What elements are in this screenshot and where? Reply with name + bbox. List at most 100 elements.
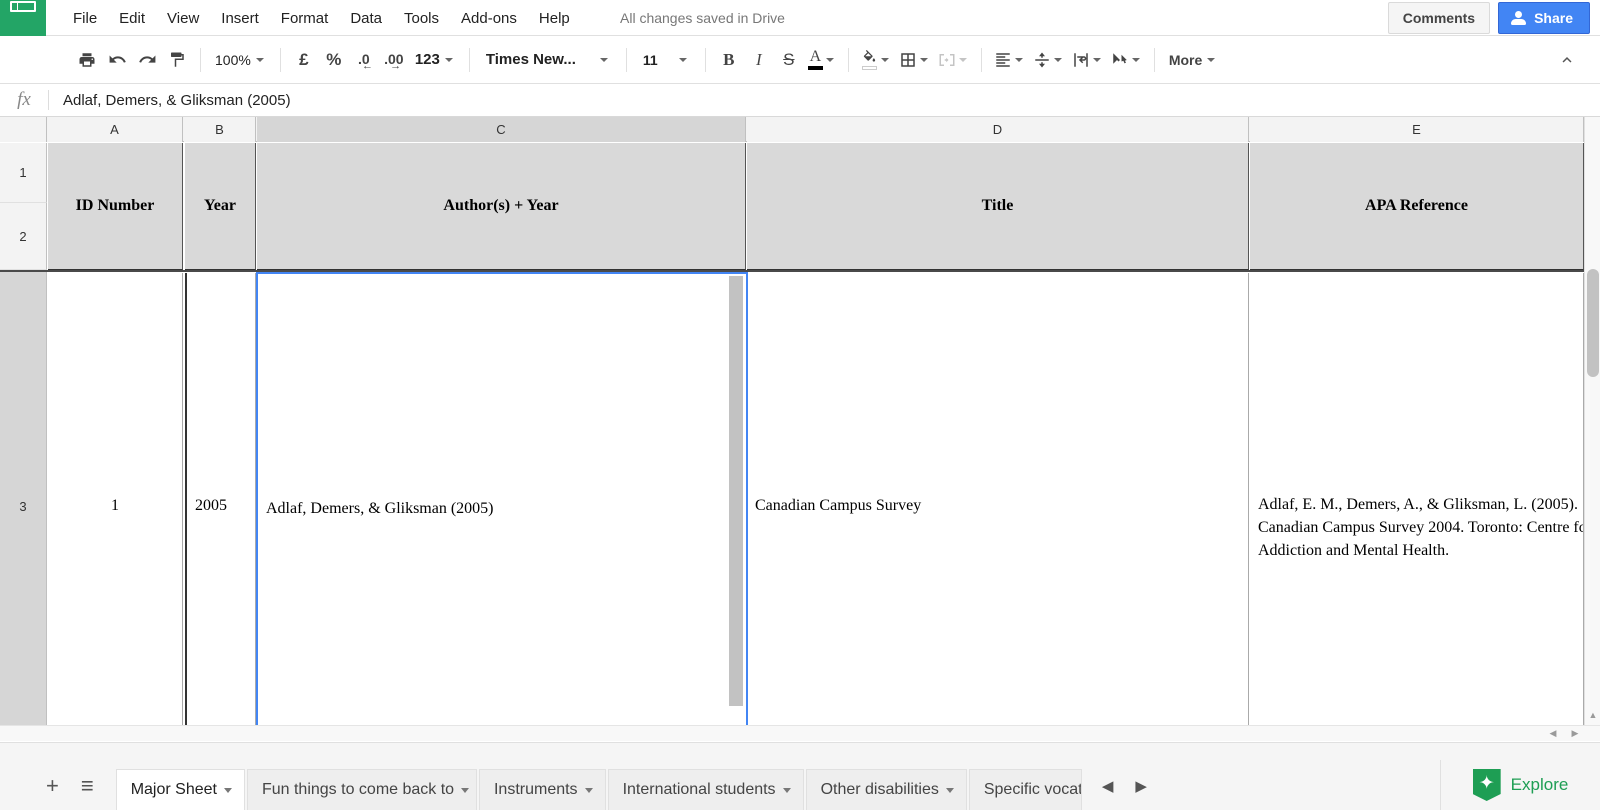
- comments-button[interactable]: Comments: [1387, 2, 1491, 34]
- header-cell-apa-reference[interactable]: APA Reference: [1250, 143, 1584, 270]
- menu-help[interactable]: Help: [528, 6, 581, 31]
- sheet-tab-fun-things[interactable]: Fun things to come back to: [246, 769, 477, 810]
- next-sheet-arrow-icon[interactable]: ▶: [1135, 777, 1147, 795]
- fill-color-button[interactable]: [857, 45, 895, 75]
- chevron-down-icon[interactable]: [958, 57, 967, 62]
- chevron-down-icon[interactable]: [1053, 57, 1062, 62]
- cell-b3-year[interactable]: 2005: [185, 273, 256, 740]
- cell-vertical-scrollbar[interactable]: [729, 276, 743, 706]
- share-button[interactable]: Share: [1498, 2, 1590, 34]
- horizontal-align-button[interactable]: [990, 45, 1029, 75]
- decrease-decimal-button[interactable]: .0 ←: [349, 45, 379, 75]
- text-rotation-button[interactable]: [1107, 45, 1146, 75]
- bold-button[interactable]: B: [714, 45, 744, 75]
- vertical-align-button[interactable]: [1029, 45, 1068, 75]
- vertical-scrollbar-thumb[interactable]: [1587, 269, 1599, 377]
- menu-tools[interactable]: Tools: [393, 6, 450, 31]
- print-button[interactable]: [72, 45, 102, 75]
- strikethrough-button[interactable]: S: [774, 45, 804, 75]
- sheet-tab-major-sheet[interactable]: Major Sheet: [115, 769, 245, 810]
- text-wrapping-button[interactable]: [1068, 45, 1107, 75]
- menu-addons[interactable]: Add-ons: [450, 6, 528, 31]
- grid-vertical-scrollbar[interactable]: ▲ ▼: [1584, 117, 1600, 741]
- italic-button[interactable]: I: [744, 45, 774, 75]
- header-cell-author-year[interactable]: Author(s) + Year: [257, 143, 746, 270]
- text-color-button[interactable]: A: [804, 45, 840, 75]
- sheet-tab-instruments[interactable]: Instruments: [478, 769, 606, 810]
- increase-decimal-button[interactable]: .00 →: [379, 45, 409, 75]
- explore-button[interactable]: ✦ Explore: [1440, 760, 1600, 810]
- scroll-up-arrow-icon[interactable]: ▲: [1585, 707, 1600, 723]
- collapse-toolbar-button[interactable]: [1552, 45, 1582, 75]
- google-sheets-window: File Edit View Insert Format Data Tools …: [0, 0, 1600, 810]
- row-header-3[interactable]: 3: [0, 272, 47, 741]
- sheet-tabs: Major Sheet Fun things to come back to I…: [115, 762, 1084, 810]
- column-header-a[interactable]: A: [47, 117, 183, 142]
- column-header-b[interactable]: B: [184, 117, 256, 142]
- cell-a3-id-number[interactable]: 1: [48, 273, 183, 740]
- chevron-down-icon[interactable]: [825, 57, 834, 62]
- chevron-down-icon[interactable]: [880, 57, 889, 62]
- frozen-rows-divider: [0, 270, 1600, 272]
- column-header-e[interactable]: E: [1250, 117, 1584, 142]
- chevron-down-icon[interactable]: [223, 787, 232, 793]
- chevron-down-icon[interactable]: [461, 787, 470, 793]
- row-header-1[interactable]: 1: [0, 143, 47, 203]
- sheet-tab-international-students[interactable]: International students: [607, 769, 804, 810]
- sheet-tab-other-disabilities[interactable]: Other disabilities: [805, 769, 967, 810]
- menu-format[interactable]: Format: [270, 6, 340, 31]
- sheet-tab-label: Instruments: [493, 781, 578, 798]
- header-cell-id-number[interactable]: ID Number: [48, 143, 183, 270]
- menu-edit[interactable]: Edit: [108, 6, 156, 31]
- chevron-down-icon: [599, 57, 608, 62]
- text-color-swatch: [807, 66, 823, 70]
- menu-file[interactable]: File: [62, 6, 108, 31]
- borders-button[interactable]: [895, 45, 934, 75]
- chevron-down-icon[interactable]: [782, 787, 791, 793]
- cell-e3-apa-reference[interactable]: Adlaf, E. M., Demers, A., & Gliksman, L.…: [1250, 273, 1584, 740]
- google-sheets-logo-icon[interactable]: [0, 0, 46, 36]
- select-all-corner[interactable]: [0, 117, 47, 142]
- row-header-2[interactable]: 2: [0, 203, 47, 270]
- menu-view[interactable]: View: [156, 6, 210, 31]
- more-button[interactable]: More: [1163, 46, 1223, 74]
- paint-format-icon: [171, 52, 184, 67]
- chevron-down-icon[interactable]: [1014, 57, 1023, 62]
- add-sheet-button[interactable]: +: [46, 775, 59, 797]
- chevron-down-icon[interactable]: [584, 787, 593, 793]
- borders-icon: [901, 52, 915, 67]
- scroll-left-arrow-icon[interactable]: ◀: [1544, 726, 1562, 741]
- header-cell-year[interactable]: Year: [185, 143, 256, 270]
- column-header-c[interactable]: C: [257, 117, 746, 142]
- undo-button[interactable]: [102, 45, 132, 75]
- sheet-tab-specific-vocations[interactable]: Specific vocations: [968, 769, 1082, 810]
- formula-input[interactable]: [49, 83, 1600, 117]
- strikethrough-icon: S: [783, 49, 795, 69]
- percent-format-button[interactable]: %: [319, 45, 349, 75]
- menu-data[interactable]: Data: [339, 6, 393, 31]
- number-format-select[interactable]: 123: [409, 46, 461, 73]
- scroll-right-arrow-icon[interactable]: ▶: [1566, 726, 1584, 741]
- column-header-d[interactable]: D: [747, 117, 1249, 142]
- merge-cells-button[interactable]: [934, 45, 973, 75]
- paint-format-button[interactable]: [162, 45, 192, 75]
- menu-insert[interactable]: Insert: [210, 6, 270, 31]
- chevron-down-icon[interactable]: [919, 57, 928, 62]
- font-family-select[interactable]: Times New...: [478, 46, 618, 73]
- all-sheets-button[interactable]: ≡: [81, 775, 94, 797]
- zoom-select[interactable]: 100%: [209, 47, 272, 73]
- header-cell-title[interactable]: Title: [747, 143, 1249, 270]
- font-size-select[interactable]: 11: [635, 47, 697, 73]
- align-left-icon: [996, 52, 1010, 67]
- redo-button[interactable]: [132, 45, 162, 75]
- currency-format-button[interactable]: £: [289, 45, 319, 75]
- print-icon: [79, 52, 95, 67]
- cell-d3-title[interactable]: Canadian Campus Survey: [747, 273, 1249, 740]
- chevron-down-icon[interactable]: [1131, 57, 1140, 62]
- grid-horizontal-scrollbar[interactable]: ◀ ▶: [0, 725, 1600, 741]
- selected-cell-c3[interactable]: Adlaf, Demers, & Gliksman (2005): [256, 272, 748, 741]
- cell-e3-text: Adlaf, E. M., Demers, A., & Gliksman, L.…: [1258, 496, 1583, 560]
- chevron-down-icon[interactable]: [945, 787, 954, 793]
- chevron-down-icon[interactable]: [1092, 57, 1101, 62]
- previous-sheet-arrow-icon[interactable]: ◀: [1102, 777, 1114, 795]
